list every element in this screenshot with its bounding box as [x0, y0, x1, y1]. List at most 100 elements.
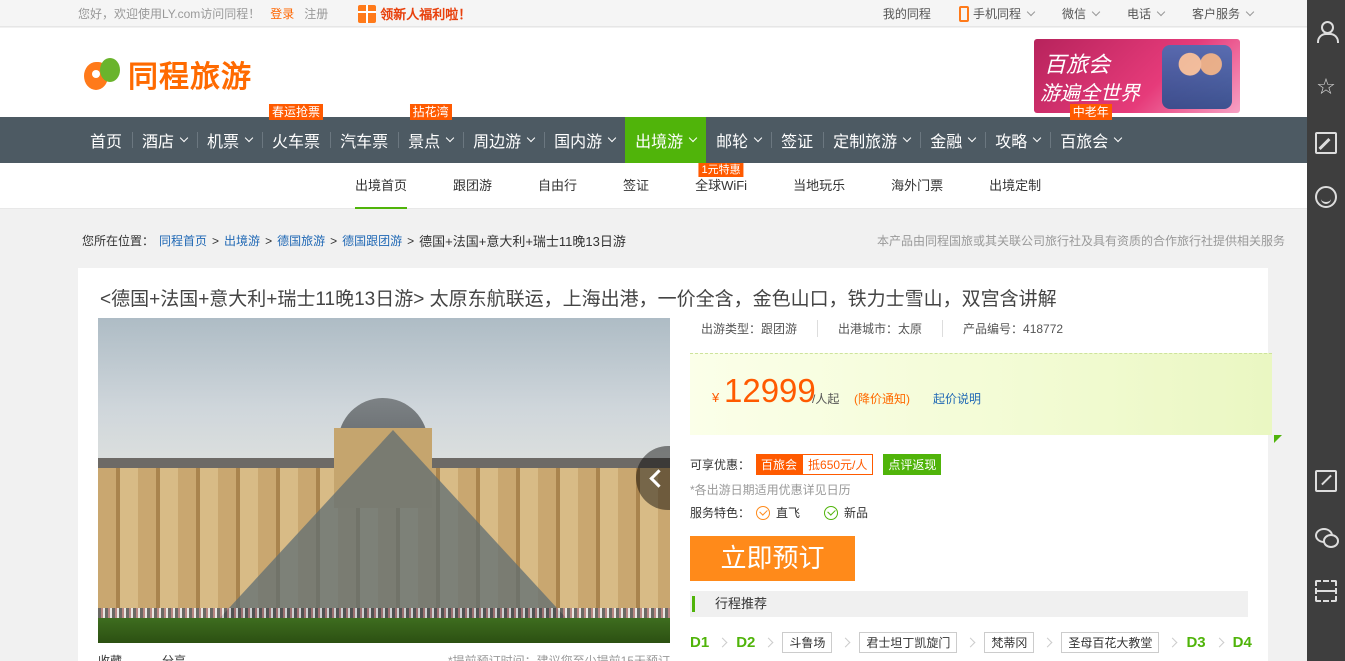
- discount-tag[interactable]: 抵650元/人: [802, 454, 874, 475]
- chevron-down-icon: [445, 133, 455, 143]
- nav-item-finance[interactable]: 金融: [920, 117, 985, 163]
- scan-icon[interactable]: [1315, 580, 1337, 602]
- phone-menu[interactable]: 电话: [1127, 5, 1166, 22]
- nav-item-outbound[interactable]: 出境游: [625, 117, 707, 163]
- review-cashback-tag[interactable]: 点评返现: [883, 454, 942, 475]
- subnav-item-outbound-home[interactable]: 出境首页: [332, 163, 430, 209]
- chevron-right-icon: [840, 637, 851, 648]
- wechat-icon[interactable]: [1315, 526, 1339, 548]
- price-drop-notice-link[interactable]: (降价通知): [854, 390, 910, 407]
- nav-item-flight[interactable]: 机票: [197, 117, 262, 163]
- smile-icon[interactable]: [1315, 186, 1337, 208]
- external-link-icon[interactable]: [1315, 470, 1337, 492]
- service-notice: 本产品由同程国旅或其关联公司旅行社及具有资质的合作旅行社提供相关服务: [876, 234, 1285, 248]
- feature-new-product: 新品: [844, 506, 869, 520]
- itinerary-place[interactable]: 梵蒂冈: [984, 632, 1035, 653]
- subnav-item-outbound-custom[interactable]: 出境定制: [966, 163, 1064, 209]
- chevron-down-icon: [753, 133, 763, 143]
- nav-item-home[interactable]: 首页: [80, 117, 132, 163]
- register-link[interactable]: 注册: [304, 5, 328, 22]
- subnav-item-visa[interactable]: 签证: [600, 163, 672, 209]
- itinerary-place[interactable]: 君士坦丁凯旋门: [859, 632, 958, 653]
- book-now-button[interactable]: 立即预订: [690, 536, 855, 581]
- itinerary-place[interactable]: 斗鲁场: [782, 632, 833, 653]
- product-title: <德国+法国+意大利+瑞士11晚13日游> 太原东航联运，上海出港，一价全含，金…: [100, 289, 1057, 310]
- right-sidebar: ☆: [1307, 0, 1345, 661]
- chevron-down-icon: [1245, 7, 1255, 17]
- product-info: 出游类型：跟团游 出港城市：太原 产品编号：418772 ¥ 12999 /人起…: [690, 318, 1282, 653]
- day-link[interactable]: D2: [736, 634, 755, 651]
- nav-item-train[interactable]: 春运抢票 火车票: [262, 104, 330, 163]
- subnav-item-free-travel[interactable]: 自由行: [515, 163, 600, 209]
- subnav-item-wifi[interactable]: 1元特惠 全球WiFi: [672, 163, 770, 209]
- welcome-text: 您好，欢迎使用LY.com访问同程！: [78, 7, 261, 21]
- subnav-item-local-fun[interactable]: 当地玩乐: [770, 163, 868, 209]
- share-button[interactable]: 分享: [162, 652, 186, 661]
- promo-row: 可享优惠： 百旅会 抵650元/人 点评返现: [690, 454, 942, 475]
- nav-item-guide[interactable]: 攻略: [985, 117, 1050, 163]
- price-box: ¥ 12999 /人起 (降价通知) 起价说明: [690, 353, 1282, 443]
- top-bar: 您好，欢迎使用LY.com访问同程！ 登录 注册 领新人福利啦！ 我的同程 手机…: [0, 0, 1307, 27]
- gift-text: 领新人福利啦！: [380, 7, 472, 22]
- promo-note: *各出游日期适用优惠详见日历: [690, 483, 851, 497]
- user-icon[interactable]: [1315, 20, 1339, 43]
- banner-line2: 游遍全世界: [1040, 81, 1140, 105]
- breadcrumb-link[interactable]: 德国旅游: [277, 232, 325, 249]
- nav-item-club[interactable]: 中老年 百旅会: [1050, 104, 1131, 163]
- breadcrumb-link[interactable]: 德国跟团游: [342, 232, 402, 249]
- features-label: 服务特色：: [690, 506, 751, 520]
- breadcrumb-link[interactable]: 同程首页: [159, 232, 207, 249]
- product-photo: [98, 318, 670, 643]
- nav-item-visa[interactable]: 签证: [771, 117, 823, 163]
- price-explain-link[interactable]: 起价说明: [933, 390, 981, 407]
- mobile-tongcheng-menu[interactable]: 手机同程: [958, 5, 1036, 22]
- nav-item-scenic[interactable]: 拈花湾 景点: [398, 104, 463, 163]
- nav-item-cruise[interactable]: 邮轮: [706, 117, 771, 163]
- nav-item-custom[interactable]: 定制旅游: [823, 117, 920, 163]
- photo-actions: 收藏 分享 *提前预订时间：建议您至少提前15天预订: [98, 652, 670, 661]
- breadcrumb-current: 德国+法国+意大利+瑞士11晚13日游: [419, 234, 626, 249]
- chevron-down-icon: [244, 133, 254, 143]
- login-link[interactable]: 登录: [270, 5, 294, 22]
- chevron-right-icon: [965, 637, 976, 648]
- star-icon[interactable]: ☆: [1315, 76, 1337, 98]
- subnav-item-group-tour[interactable]: 跟团游: [430, 163, 515, 209]
- breadcrumb-link[interactable]: 出境游: [224, 232, 260, 249]
- nav-item-bus[interactable]: 汽车票: [330, 117, 398, 163]
- customer-service-menu[interactable]: 客户服务: [1192, 5, 1255, 22]
- chevron-down-icon: [967, 133, 977, 143]
- subnav-item-overseas-tickets[interactable]: 海外门票: [868, 163, 966, 209]
- nav-badge: 拈花湾: [409, 104, 452, 120]
- wechat-menu[interactable]: 微信: [1062, 5, 1101, 22]
- club-tag[interactable]: 百旅会: [756, 454, 803, 475]
- my-tongcheng-menu[interactable]: 我的同程: [883, 5, 931, 22]
- booking-hint: *提前预订时间：建议您至少提前15天预订: [447, 654, 670, 661]
- chevron-down-icon: [1032, 133, 1042, 143]
- chevron-down-icon: [688, 133, 698, 143]
- chevron-right-icon: [763, 637, 774, 648]
- collect-button[interactable]: 收藏: [98, 652, 122, 661]
- chevron-down-icon: [1113, 133, 1123, 143]
- nav-item-hotel[interactable]: 酒店: [132, 117, 197, 163]
- edit-icon[interactable]: [1315, 132, 1337, 154]
- day-link[interactable]: D4: [1233, 634, 1252, 651]
- price-value: 12999: [724, 372, 816, 409]
- nav-item-domestic[interactable]: 国内游: [544, 117, 625, 163]
- chevron-right-icon: [1214, 637, 1225, 648]
- gift-icon: [358, 4, 377, 23]
- tour-type: 出游类型：跟团游: [701, 319, 819, 337]
- banner-line1: 百旅会: [1044, 53, 1111, 78]
- breadcrumb-prefix: 您所在位置：: [82, 234, 155, 248]
- check-circle-icon: [824, 505, 839, 520]
- new-user-gift-link[interactable]: 领新人福利啦！: [358, 4, 471, 23]
- itinerary-header: 行程推荐: [690, 591, 1248, 617]
- day-link[interactable]: D3: [1186, 634, 1205, 651]
- club-banner[interactable]: 百旅会 游遍全世界: [1034, 39, 1240, 113]
- product-card: <德国+法国+意大利+瑞士11晚13日游> 太原东航联运，上海出港，一价全含，金…: [78, 268, 1282, 661]
- nav-item-nearby[interactable]: 周边游: [463, 117, 544, 163]
- chevron-down-icon: [1026, 7, 1036, 17]
- site-logo[interactable]: 同程旅游: [82, 52, 252, 96]
- itinerary-place[interactable]: 圣母百花大教堂: [1061, 632, 1160, 653]
- day-link[interactable]: D1: [690, 634, 709, 651]
- corner-decoration: [1274, 435, 1282, 443]
